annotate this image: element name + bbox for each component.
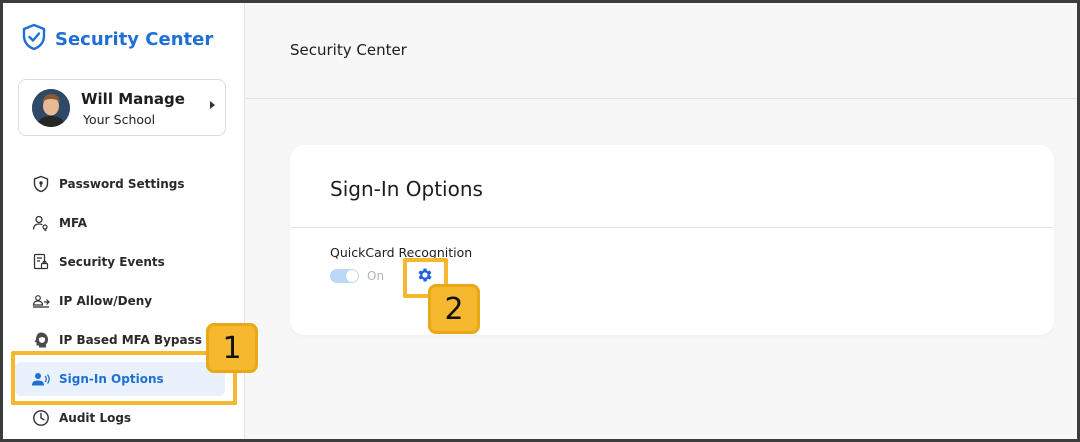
profile-org: Your School xyxy=(83,112,156,127)
sidebar-item-ip-allow-deny[interactable]: IP Allow/Deny xyxy=(15,284,225,318)
profile-name: Will Manage xyxy=(81,90,185,108)
sign-in-options-card: Sign-In Options QuickCard Recognition On xyxy=(290,145,1054,335)
sidebar-item-label: IP Based MFA Bypass xyxy=(59,333,202,347)
sidebar-item-label: Audit Logs xyxy=(59,411,132,425)
card-title: Sign-In Options xyxy=(330,177,483,201)
page-title: Security Center xyxy=(290,41,407,59)
chevron-right-icon xyxy=(210,101,215,109)
head-shield-icon xyxy=(31,330,51,350)
sidebar-item-label: IP Allow/Deny xyxy=(59,294,153,308)
quickcard-recognition-toggle[interactable] xyxy=(330,269,359,283)
shield-check-icon xyxy=(21,23,47,56)
sidebar-item-password-settings[interactable]: Password Settings xyxy=(15,167,225,201)
sidebar-item-label: Password Settings xyxy=(59,177,185,191)
callout-number: 2 xyxy=(444,291,464,327)
sidebar-item-security-events[interactable]: Security Events xyxy=(15,245,225,279)
callout-badge-2: 2 xyxy=(428,284,480,334)
sidebar-item-audit-logs[interactable]: Audit Logs xyxy=(15,401,225,435)
sidebar-item-label: MFA xyxy=(59,216,88,230)
callout-number: 1 xyxy=(222,330,242,366)
shield-lock-icon xyxy=(31,174,51,194)
toggle-knob xyxy=(346,270,358,282)
app-window: Security Center Will Manage Your School xyxy=(0,0,1080,442)
sidebar-item-mfa[interactable]: MFA xyxy=(15,206,225,240)
callout-badge-1: 1 xyxy=(206,323,258,373)
profile-switcher[interactable]: Will Manage Your School xyxy=(18,79,226,136)
clock-icon xyxy=(31,408,51,428)
avatar xyxy=(32,89,70,127)
main-header: Security Center xyxy=(246,3,1077,99)
network-icon xyxy=(31,291,51,311)
quickcard-recognition-label: QuickCard Recognition xyxy=(330,245,473,260)
brand: Security Center xyxy=(21,23,213,56)
callout-highlight-1 xyxy=(11,351,237,405)
divider xyxy=(290,227,1054,228)
document-lock-icon xyxy=(31,252,51,272)
user-key-icon xyxy=(31,213,51,233)
toggle-status-text: On xyxy=(367,269,385,283)
brand-title: Security Center xyxy=(55,29,214,50)
sidebar-item-label: Security Events xyxy=(59,255,165,269)
